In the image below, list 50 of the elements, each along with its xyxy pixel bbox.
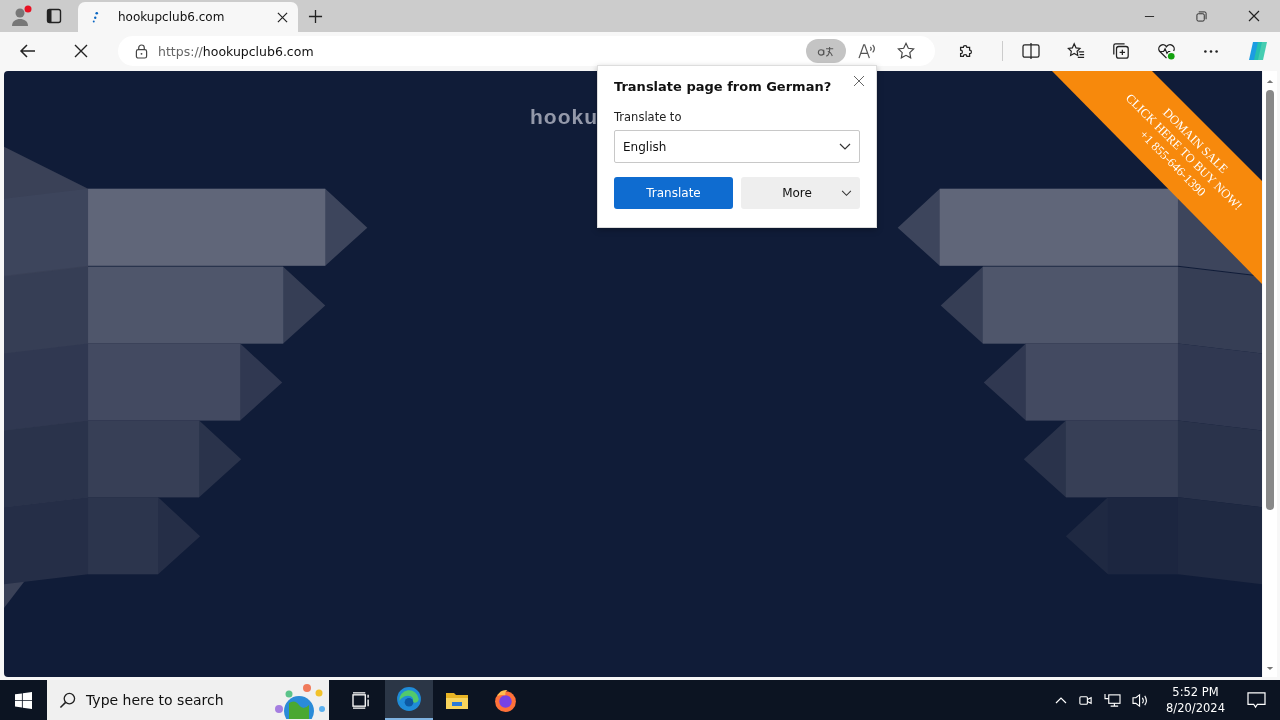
split-screen-icon[interactable] [1022, 43, 1040, 59]
collections-icon[interactable] [1112, 42, 1130, 60]
stop-icon[interactable] [74, 44, 88, 58]
chevron-up-icon[interactable] [1055, 696, 1068, 704]
taskbar-app[interactable] [385, 680, 433, 720]
edge-icon [396, 686, 422, 712]
read-aloud-icon[interactable] [858, 42, 878, 60]
translate-button[interactable]: Translate [614, 177, 733, 209]
favorites-icon[interactable] [1067, 42, 1085, 60]
profile-icon[interactable] [10, 4, 34, 28]
copilot-icon[interactable] [1246, 39, 1270, 63]
star-icon[interactable] [897, 42, 916, 60]
search-field[interactable]: Type here to search [47, 680, 329, 720]
back-icon[interactable] [19, 42, 37, 60]
popup-title: Translate page from German? [614, 79, 833, 94]
restore-icon[interactable] [1196, 10, 1207, 22]
search-icon [59, 691, 76, 709]
scroll-up-icon[interactable] [1266, 79, 1274, 84]
close-icon[interactable] [277, 11, 288, 23]
new-tab-icon[interactable] [308, 8, 323, 24]
task-view-icon [351, 691, 371, 709]
folder-icon [445, 690, 469, 710]
network-icon[interactable] [1104, 692, 1122, 708]
more-icon[interactable] [1203, 48, 1219, 54]
windows-start-icon[interactable] [15, 691, 32, 709]
tab-actions-icon[interactable] [46, 8, 62, 24]
chevron-down-icon [839, 142, 851, 151]
volume-icon[interactable] [1132, 692, 1150, 708]
date-text: 8/20/2024 [1166, 700, 1225, 716]
browser-tab[interactable]: hookupclub6.com [78, 2, 298, 32]
tab-title: hookupclub6.com [117, 10, 226, 24]
clock[interactable]: 5:52 PM 8/20/2024 [1166, 684, 1225, 716]
translate-icon [817, 45, 836, 57]
firefox-icon [492, 687, 518, 713]
close-icon[interactable] [1248, 10, 1260, 22]
time-text: 5:52 PM [1172, 684, 1219, 700]
notifications-icon[interactable] [1247, 691, 1266, 709]
lock-icon [135, 43, 148, 59]
address-bar[interactable]: https://hookupclub6.com [118, 36, 936, 66]
language-dropdown[interactable]: English [614, 130, 860, 163]
site-title: hooku [530, 105, 598, 129]
chevron-down-icon [841, 189, 852, 197]
translate-button[interactable] [806, 39, 847, 63]
heart-pulse-icon[interactable] [1157, 41, 1176, 61]
scroll-down-icon[interactable] [1266, 666, 1274, 671]
field-label: Translate to [614, 110, 683, 124]
scrollbar[interactable] [1263, 71, 1277, 677]
more-button[interactable]: More [741, 177, 860, 209]
sale-ribbon[interactable] [1052, 71, 1262, 284]
url-text: https://hookupclub6.com [158, 43, 314, 59]
